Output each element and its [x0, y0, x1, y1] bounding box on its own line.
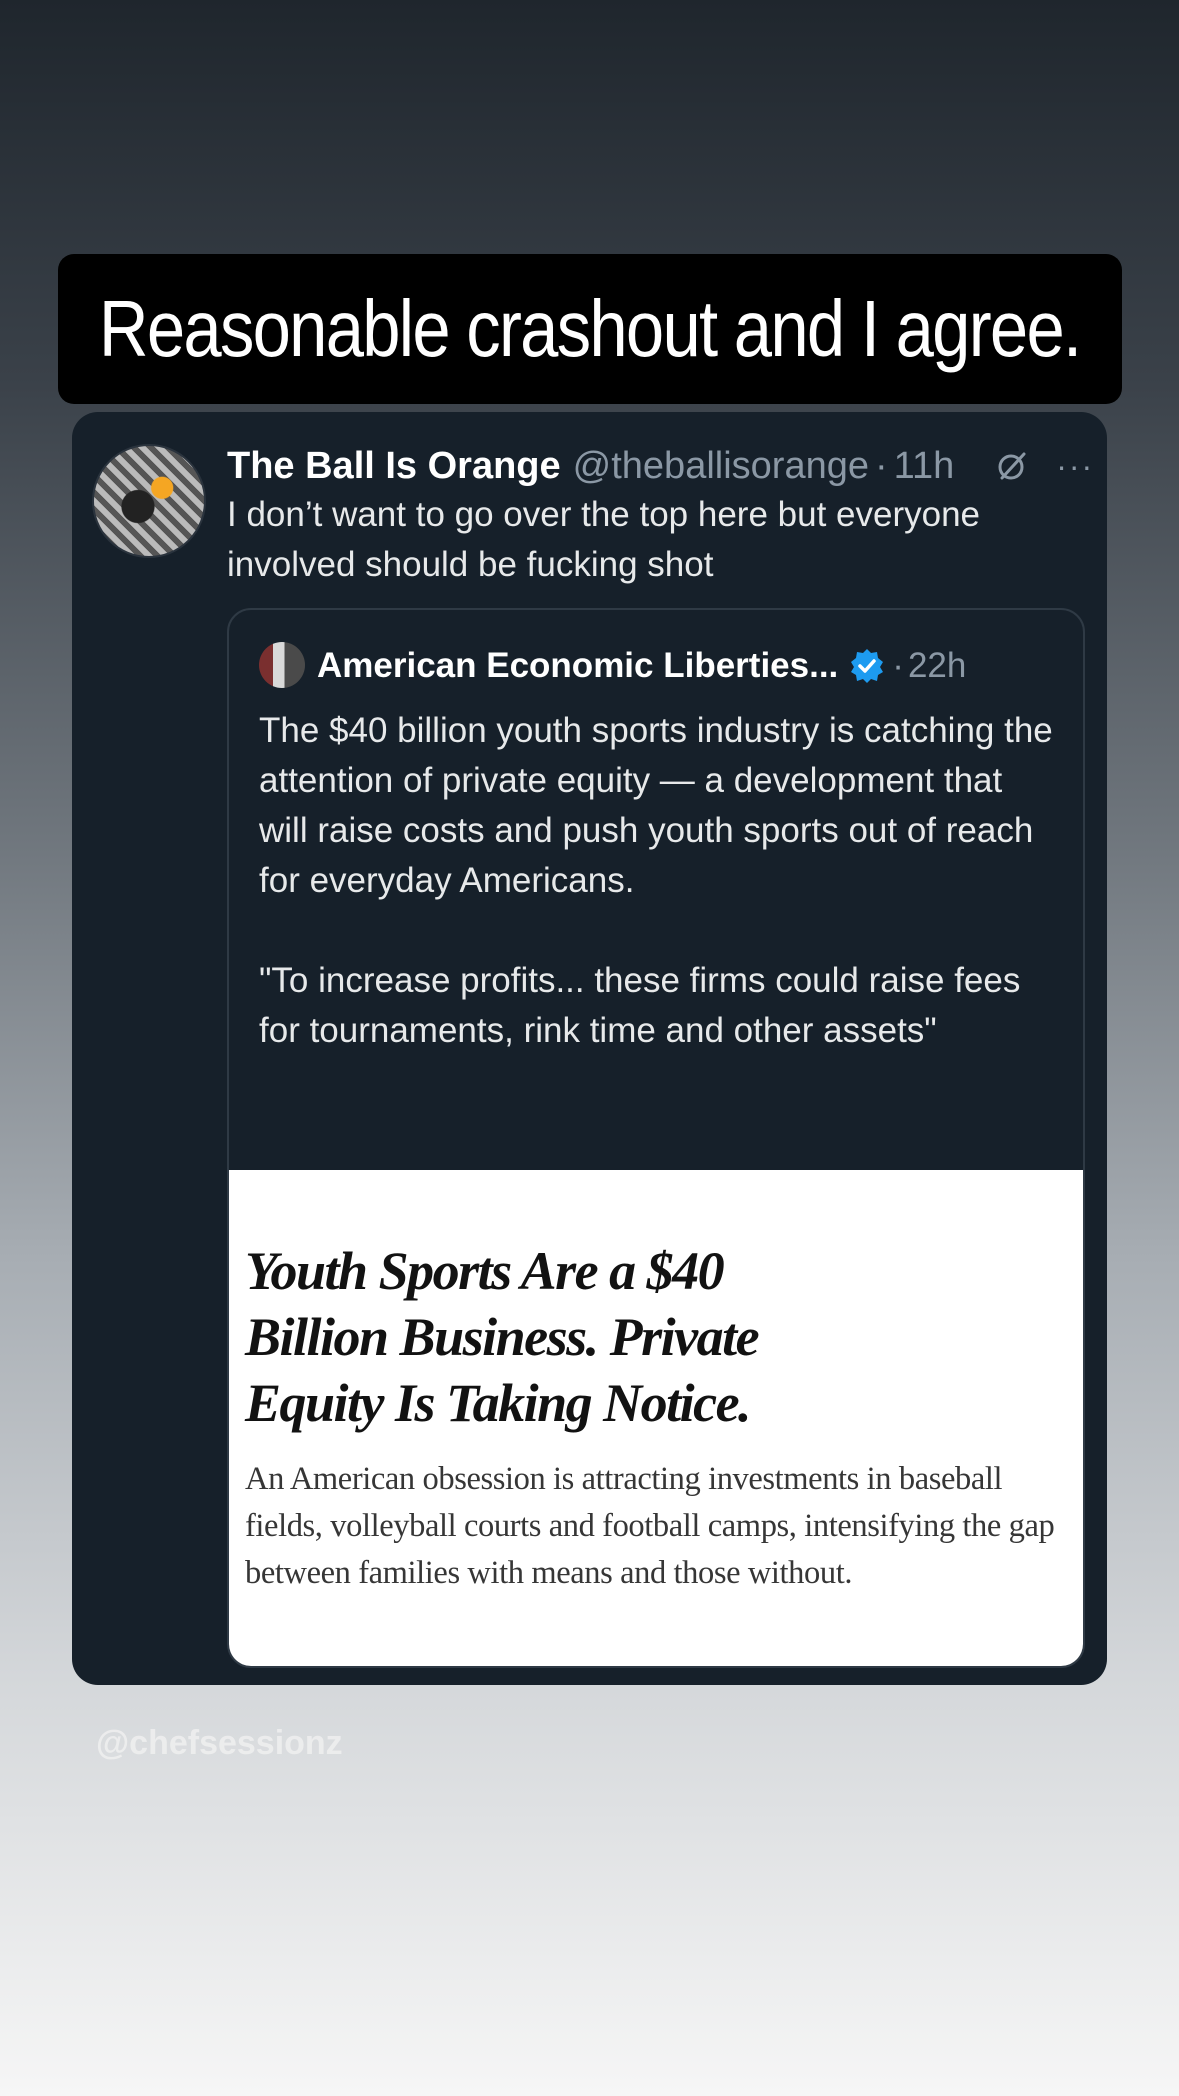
quoted-tweet[interactable]: American Economic Liberties... · 22h The…	[227, 608, 1085, 1668]
article-summary: An American obsession is attracting inve…	[245, 1461, 1055, 1591]
author-name[interactable]: The Ball Is Orange	[227, 445, 561, 488]
more-icon[interactable]: ···	[1056, 450, 1094, 482]
tweet-text: I don’t want to go over the top here but…	[227, 495, 980, 584]
username-watermark: @chefsessionz	[96, 1724, 343, 1762]
article-headline: Youth Sports Are a $40 Billion Business.…	[245, 1241, 760, 1433]
quote-paragraph: "To increase profits... these firms coul…	[259, 961, 1021, 1050]
author-handle[interactable]: @theballisorange	[573, 445, 869, 488]
tweet-header: The Ball Is Orange @theballisorange · 11…	[227, 438, 1092, 494]
quote-author-name[interactable]: American Economic Liberties...	[317, 646, 838, 686]
story-caption: Reasonable crashout and I agree.	[58, 254, 1122, 404]
quote-text: The $40 billion youth sports industry is…	[259, 706, 1059, 1056]
quote-time[interactable]: 22h	[908, 646, 966, 686]
article-preview[interactable]: Youth Sports Are a $40 Billion Business.…	[229, 1170, 1083, 1666]
tweet-card[interactable]: The Ball Is Orange @theballisorange · 11…	[72, 412, 1107, 1685]
quote-avatar[interactable]	[259, 642, 305, 688]
quote-header: American Economic Liberties... · 22h	[317, 638, 966, 694]
avatar[interactable]	[92, 444, 206, 558]
quote-paragraph: The $40 billion youth sports industry is…	[259, 711, 1053, 900]
tweet-time[interactable]: 11h	[894, 445, 955, 488]
separator: ·	[874, 444, 888, 487]
caption-text: Reasonable crashout and I agree.	[99, 284, 1082, 373]
grok-icon[interactable]	[994, 448, 1030, 484]
verified-badge-icon	[848, 647, 886, 685]
separator: ·	[892, 646, 904, 685]
